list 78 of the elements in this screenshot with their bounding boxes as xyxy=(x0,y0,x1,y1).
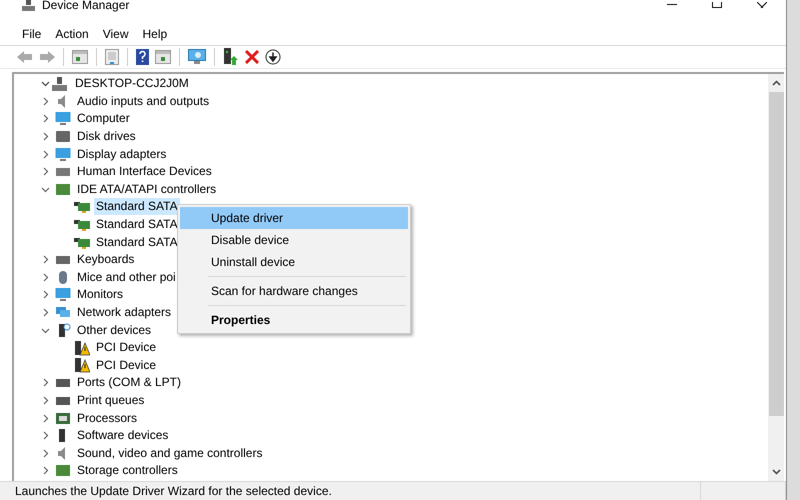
chevron-icon[interactable] xyxy=(41,448,50,458)
context-menu-item[interactable]: Disable device xyxy=(180,229,408,251)
tree-item[interactable]: Audio inputs and outputs xyxy=(75,92,212,110)
chevron-icon[interactable] xyxy=(41,326,50,335)
monitor-icon xyxy=(55,111,71,126)
tree-item[interactable]: Disk drives xyxy=(75,128,138,146)
tree-item[interactable]: Display adapters xyxy=(75,146,168,163)
tree-item[interactable]: Mice and other poi xyxy=(75,268,178,286)
tree-item[interactable]: Standard SATA xyxy=(94,234,180,251)
warning-device-icon xyxy=(74,357,90,374)
chevron-icon[interactable] xyxy=(41,114,50,124)
controller-card-icon xyxy=(74,200,90,214)
menu-item[interactable]: View xyxy=(94,27,134,41)
tree-item[interactable]: IDE ATA/ATAPI controllers xyxy=(75,180,218,198)
delete-icon[interactable] xyxy=(245,50,259,64)
tree-item[interactable]: Storage controllers xyxy=(75,462,180,480)
warning-device-icon xyxy=(74,340,90,356)
tree-item[interactable]: Software devices xyxy=(75,427,170,444)
update-driver-icon[interactable] xyxy=(223,48,239,66)
window-title: Device Manager xyxy=(42,0,130,12)
console-tree-icon[interactable] xyxy=(72,50,88,64)
chevron-icon[interactable] xyxy=(41,150,50,159)
status-text: Launches the Update Driver Wizard for the selected device. xyxy=(0,482,701,500)
tree-item[interactable]: DESKTOP-CCJ2J0M xyxy=(73,75,191,92)
minimize-icon[interactable] xyxy=(667,4,677,6)
controller-card-icon xyxy=(74,236,90,249)
chevron-icon[interactable] xyxy=(41,466,50,476)
tree-item[interactable]: PCI Device xyxy=(94,356,158,374)
help-icon[interactable] xyxy=(136,49,149,65)
chevron-icon[interactable] xyxy=(41,132,50,142)
chevron-icon[interactable] xyxy=(41,184,50,194)
chevron-icon[interactable] xyxy=(41,378,50,388)
menu-item[interactable]: Help xyxy=(134,27,174,41)
chevron-icon[interactable] xyxy=(41,167,50,176)
tree-item[interactable]: Network adapters xyxy=(75,304,174,322)
display-icon xyxy=(55,146,71,162)
chevron-icon[interactable] xyxy=(41,308,50,318)
menu-item[interactable]: Action xyxy=(47,27,95,41)
maximize-icon[interactable] xyxy=(712,2,722,8)
tree-item[interactable]: Sound, video and game controllers xyxy=(75,444,264,462)
chip-icon xyxy=(55,410,71,426)
tree-item[interactable]: PCI Device xyxy=(94,339,158,356)
monitor-scan-icon[interactable] xyxy=(188,49,206,65)
action-pane-icon[interactable] xyxy=(155,50,171,64)
controller-card-icon xyxy=(74,218,90,232)
scroll-up-icon[interactable] xyxy=(772,80,780,86)
context-menu-item[interactable]: Uninstall device xyxy=(180,251,408,273)
computer-icon xyxy=(22,0,35,11)
tree-item[interactable]: Standard SATA xyxy=(94,198,180,216)
tree-item[interactable]: Human Interface Devices xyxy=(75,163,214,180)
chevron-icon[interactable] xyxy=(41,414,50,423)
close-icon[interactable] xyxy=(757,2,767,8)
menu-item[interactable]: File xyxy=(14,27,48,41)
context-menu-item[interactable]: Properties xyxy=(180,309,408,331)
tree-item[interactable]: Monitors xyxy=(75,286,126,304)
tree-item[interactable]: Computer xyxy=(75,110,132,128)
scrollbar-thumb[interactable] xyxy=(768,92,784,416)
chevron-icon[interactable] xyxy=(41,431,50,440)
tree-item[interactable]: Keyboards xyxy=(75,251,136,268)
context-menu-item[interactable]: Update driver xyxy=(180,207,408,229)
scroll-down-icon[interactable] xyxy=(772,469,780,475)
context-menu-item[interactable]: Scan for hardware changes xyxy=(180,280,408,302)
tree-item[interactable]: Print queues xyxy=(75,392,146,409)
chevron-icon[interactable] xyxy=(41,272,50,282)
download-circle-icon[interactable] xyxy=(265,49,281,65)
scrollbar[interactable] xyxy=(768,74,784,481)
monitor-icon xyxy=(55,287,71,302)
chevron-icon[interactable] xyxy=(41,79,50,88)
tree-item[interactable]: Other devices xyxy=(75,322,154,339)
properties-icon[interactable] xyxy=(105,49,119,65)
chevron-icon[interactable] xyxy=(41,255,50,264)
tree-item[interactable]: Ports (COM & LPT) xyxy=(75,374,184,392)
tree-item[interactable]: Processors xyxy=(75,410,140,427)
tree-item[interactable]: Standard SATA xyxy=(94,216,180,234)
chevron-icon[interactable] xyxy=(41,290,50,300)
chevron-icon[interactable] xyxy=(41,96,50,106)
chevron-icon[interactable] xyxy=(41,396,50,405)
computer-icon xyxy=(52,76,67,91)
